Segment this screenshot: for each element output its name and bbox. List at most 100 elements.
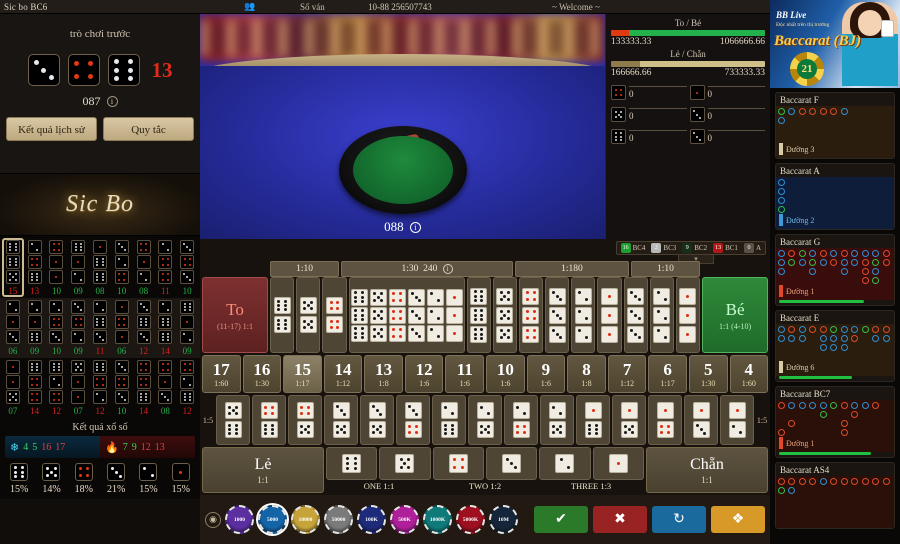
- bet-total-16[interactable]: 16 1:30: [242, 355, 282, 393]
- bet-triple[interactable]: [369, 279, 387, 351]
- bet-total-6[interactable]: 6 1:17: [648, 355, 687, 393]
- history-cell[interactable]: 07: [2, 360, 24, 416]
- chip-10M[interactable]: 10M: [489, 505, 518, 534]
- chip-toggle-icon[interactable]: ◉: [205, 511, 221, 528]
- chips-button[interactable]: ❖: [711, 506, 765, 533]
- chip-10000[interactable]: 10000: [291, 505, 320, 534]
- history-cell[interactable]: 10: [111, 240, 133, 296]
- bet-right-col[interactable]: [675, 277, 701, 353]
- bet-single-5[interactable]: [379, 447, 431, 480]
- promo-banner[interactable]: BB Live Độc nhất trên thị trường Baccara…: [770, 0, 900, 88]
- rules-button[interactable]: Quy tắc: [103, 117, 194, 141]
- history-cell[interactable]: 06: [111, 300, 133, 356]
- bet-pair[interactable]: [612, 395, 646, 445]
- bet-total-11[interactable]: 11 1:6: [445, 355, 485, 393]
- roadmap-card[interactable]: Baccarat BC7 Đường 1: [775, 386, 895, 458]
- live-video-feed[interactable]: 088 i: [200, 14, 605, 239]
- roadmap-card[interactable]: Baccarat A Đường 2: [775, 163, 895, 230]
- history-cell[interactable]: 14: [154, 300, 176, 356]
- roadmap-card[interactable]: Baccarat AS4: [775, 462, 895, 529]
- history-cell[interactable]: 11: [154, 240, 176, 296]
- bet-pair[interactable]: [396, 395, 430, 445]
- bet-pair[interactable]: [360, 395, 394, 445]
- roadmap-card[interactable]: Baccarat F Đường 3: [775, 92, 895, 159]
- history-cell[interactable]: 14: [133, 360, 155, 416]
- bet-specific-triple[interactable]: [492, 277, 517, 353]
- info-icon[interactable]: i: [409, 222, 421, 233]
- chip-5000[interactable]: 5000: [258, 505, 287, 534]
- history-cell[interactable]: 15: [2, 238, 24, 297]
- chip-5000K[interactable]: 5000K: [456, 505, 485, 534]
- bet-single-3[interactable]: [485, 447, 538, 480]
- table-tabs[interactable]: 16 BC4 2 BC3 9 BC2 13 BC1 0 A: [615, 241, 766, 255]
- cancel-button[interactable]: ✖: [593, 506, 647, 533]
- bet-triple[interactable]: [388, 279, 406, 351]
- table-tab-bc3[interactable]: 2 BC3: [649, 243, 678, 253]
- history-cell[interactable]: 10: [176, 240, 198, 296]
- info-icon[interactable]: i: [106, 96, 118, 107]
- bet-double[interactable]: [296, 277, 321, 353]
- bet-triple[interactable]: [350, 279, 368, 351]
- table-tab-bc2[interactable]: 9 BC2: [680, 243, 709, 253]
- bet-single-2[interactable]: [539, 447, 591, 480]
- bet-total-13[interactable]: 13 1:8: [364, 355, 403, 393]
- info-icon[interactable]: i: [442, 264, 453, 274]
- roadmap-card[interactable]: Baccarat G Đường 1: [775, 234, 895, 306]
- history-cell[interactable]: 07: [67, 360, 89, 416]
- table-tab-bc1[interactable]: 13 BC1: [711, 243, 740, 253]
- history-cell[interactable]: 08: [154, 360, 176, 416]
- bet-total-17[interactable]: 17 1:60: [202, 355, 241, 393]
- confirm-button[interactable]: ✔: [534, 506, 588, 533]
- bet-total-5[interactable]: 5 1:30: [688, 355, 728, 393]
- history-cell[interactable]: 12: [133, 300, 155, 356]
- bet-total-14[interactable]: 14 1:12: [323, 355, 363, 393]
- bet-pair[interactable]: [324, 395, 358, 445]
- history-cell[interactable]: 09: [67, 240, 89, 296]
- bet-specific-triple[interactable]: [518, 277, 544, 353]
- history-cell[interactable]: 10: [46, 300, 68, 356]
- bet-total-15[interactable]: 15 1:17: [283, 355, 322, 393]
- chip-1000K[interactable]: 1000K: [423, 505, 452, 534]
- bet-triple[interactable]: [445, 279, 463, 351]
- bet-triple[interactable]: [426, 279, 444, 351]
- chip-1000[interactable]: 1000: [225, 505, 254, 534]
- history-cell[interactable]: 14: [24, 360, 46, 416]
- bet-pair[interactable]: [432, 395, 466, 445]
- history-cell[interactable]: 10: [111, 360, 133, 416]
- bet-triple[interactable]: [407, 279, 425, 351]
- bet-total-10[interactable]: 10 1:6: [486, 355, 525, 393]
- history-cell[interactable]: 12: [46, 360, 68, 416]
- bet-big[interactable]: To (11-17) 1:1: [202, 277, 268, 353]
- bet-specific-triple[interactable]: [597, 277, 622, 353]
- bet-single-1[interactable]: [592, 447, 644, 480]
- history-cell[interactable]: 11: [89, 300, 111, 356]
- roadmap-card[interactable]: Baccarat E Đường 6: [775, 310, 895, 382]
- bet-double[interactable]: [322, 277, 347, 353]
- chip-500K[interactable]: 500K: [390, 505, 419, 534]
- history-cell[interactable]: 09: [67, 300, 89, 356]
- bet-odd[interactable]: Lẻ 1:1: [202, 447, 324, 493]
- table-tab-bc4[interactable]: 16 BC4: [619, 243, 648, 253]
- history-cell[interactable]: 09: [176, 300, 198, 356]
- history-cell[interactable]: 08: [89, 240, 111, 296]
- chip-100K[interactable]: 100K: [357, 505, 386, 534]
- bet-total-7[interactable]: 7 1:12: [607, 355, 647, 393]
- history-cell[interactable]: 13: [24, 240, 46, 296]
- bet-right-col[interactable]: [649, 277, 674, 353]
- bet-specific-triple[interactable]: [571, 277, 596, 353]
- bet-pair[interactable]: [288, 395, 322, 445]
- bet-right-col[interactable]: [623, 277, 648, 353]
- bet-specific-triple[interactable]: [545, 277, 570, 353]
- chip-50000[interactable]: 50000: [324, 505, 353, 534]
- history-cell[interactable]: 10: [46, 240, 68, 296]
- bet-single-6[interactable]: [326, 447, 378, 480]
- bet-pair[interactable]: [216, 395, 250, 445]
- history-cell[interactable]: 09: [24, 300, 46, 356]
- repeat-button[interactable]: ↻: [652, 506, 706, 533]
- history-cell[interactable]: 06: [2, 300, 24, 356]
- bet-specific-triple[interactable]: [466, 277, 491, 353]
- bet-pair[interactable]: [468, 395, 502, 445]
- history-cell[interactable]: 12: [176, 360, 198, 416]
- bet-even[interactable]: Chẵn 1:1: [646, 447, 768, 493]
- bet-pair[interactable]: [720, 395, 754, 445]
